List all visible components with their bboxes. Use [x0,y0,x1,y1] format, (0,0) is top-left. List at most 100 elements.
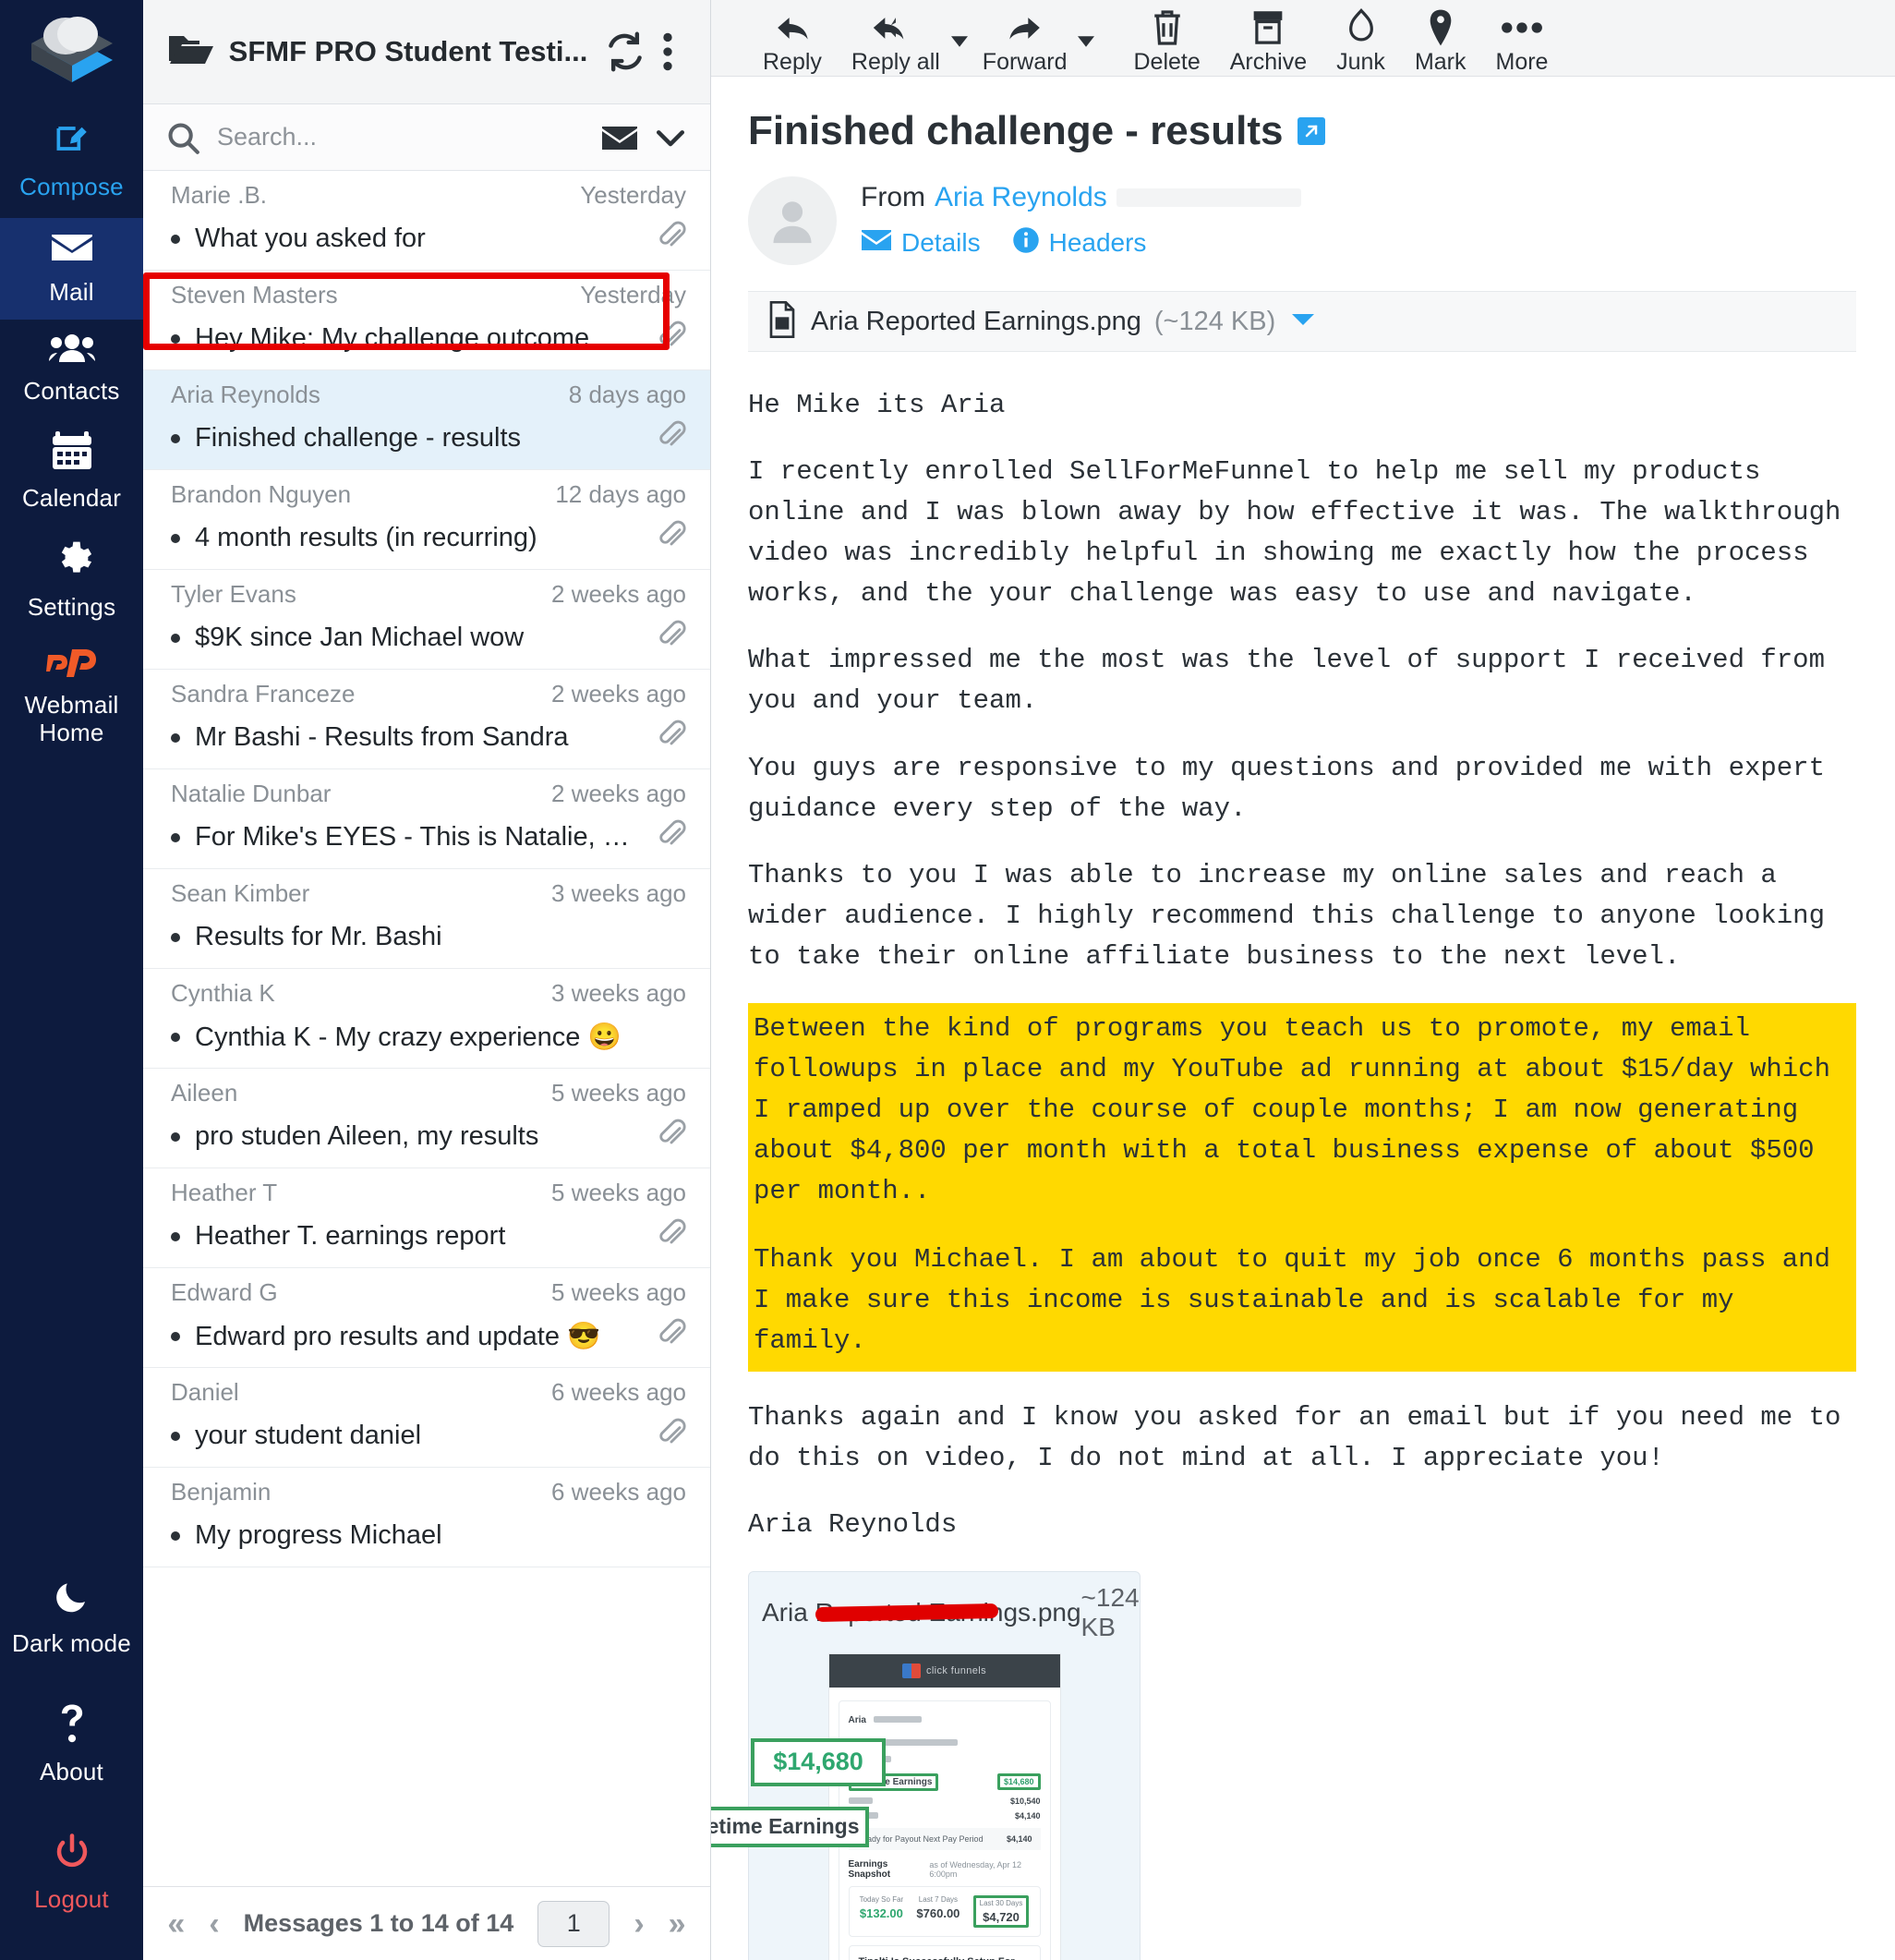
preview-row: $10,540 [848,1797,1041,1806]
chevron-right-icon[interactable]: › [634,1908,644,1940]
message-row-top: Heather T 5 weeks ago [171,1179,686,1207]
table-row[interactable]: Daniel 6 weeks ago your student daniel [143,1368,710,1468]
attachment-preview-card[interactable]: Aria Reported Earnings.png ~124 KB click… [711,1570,1141,1960]
preview-ready-value: $4,140 [1006,1833,1032,1844]
table-row[interactable]: Aileen 5 weeks ago pro studen Aileen, my r… [143,1069,710,1168]
message-subject: pro studen Aileen, my results [195,1121,539,1151]
open-in-new-icon[interactable] [1298,117,1326,145]
message-sender: Heather T [171,1179,278,1206]
preview-stat-label: Last 7 Days [918,1894,959,1904]
preview-account-name: Aria [848,1714,866,1725]
chevron-left-icon[interactable]: ‹ [209,1908,219,1940]
delete-button[interactable]: Delete [1118,0,1214,76]
sidebar-item-webmail-home[interactable]: Webmail Home [0,635,143,760]
pagination-label: Messages 1 to 14 of 14 [243,1909,514,1937]
reply-button[interactable]: Reply [748,0,837,76]
sidebar-item-about[interactable]: About [0,1679,143,1809]
page-number-input[interactable] [537,1900,610,1947]
table-row[interactable]: Natalie Dunbar 2 weeks ago For Mike's EYES… [143,769,710,869]
search-input[interactable] [217,123,585,151]
preview-row-value: $4,140 [1014,1810,1041,1821]
caret-down-icon[interactable] [1292,312,1315,332]
sidebar-item-label: Contacts [23,377,120,405]
sidebar-item-contacts[interactable]: Contacts [0,320,143,419]
table-row[interactable]: Aria Reynolds 8 days ago Finished challeng… [143,370,710,470]
message-list[interactable]: Marie .B. Yesterday What you asked for Stev… [143,171,710,1886]
sidebar-item-mail[interactable]: Mail [0,217,143,320]
table-row[interactable]: Heather T 5 weeks ago Heather T. earnings … [143,1168,710,1268]
message-sender: Marie .B. [171,181,268,209]
table-row[interactable]: Cynthia K 3 weeks ago Cynthia K - My crazy… [143,969,710,1069]
message-subject: Edward pro results and update 😎 [195,1321,601,1351]
message-paragraph: Thanks to you I was able to increase my … [748,859,1841,972]
cpanel-icon [45,647,98,684]
details-label: Details [901,228,981,257]
table-row[interactable]: Tyler Evans 2 weeks ago $9K since Jan Mich… [143,570,710,670]
preview-stat: Today So Far $132.00 [860,1895,904,1928]
message-sender: Brandon Nguyen [171,480,352,508]
refresh-icon[interactable] [601,31,649,72]
message-row-bottom: your student daniel [171,1417,686,1455]
sidebar-item-calendar[interactable]: Calendar [0,418,143,526]
forward-button[interactable]: Forward [968,0,1082,76]
reply-all-button[interactable]: Reply all [837,0,955,76]
toolbar-item-label: Junk [1336,49,1385,75]
message-subject: $9K since Jan Michael wow [195,623,525,652]
message-row-top: Natalie Dunbar 2 weeks ago [171,780,686,808]
reply-all-icon [873,7,919,48]
message-date: 6 weeks ago [551,1478,686,1506]
unread-indicator [171,633,180,643]
sidebar-item-compose[interactable]: Compose [0,103,143,218]
sidebar-item-logout[interactable]: Logout [0,1809,143,1936]
more-button[interactable]: More [1481,0,1563,76]
envelope-icon[interactable] [601,124,638,151]
table-row[interactable]: Marie .B. Yesterday What you asked for [143,171,710,271]
table-row[interactable]: Sean Kimber 3 weeks ago Results for Mr. Ba… [143,869,710,969]
sidebar-item-settings[interactable]: Settings [0,526,143,635]
toolbar-item-label: Delete [1133,49,1201,75]
details-link[interactable]: Details [861,228,981,259]
unread-indicator [171,234,180,244]
mark-button[interactable]: Mark [1400,0,1481,76]
table-row[interactable]: Brandon Nguyen 12 days ago 4 month results… [143,470,710,570]
message-date: 3 weeks ago [551,979,686,1007]
preview-stat-label: Today So Far [859,1894,904,1904]
message-sender: Sandra Franceze [171,680,356,708]
message-sender: Steven Masters [171,281,338,309]
folder-open-icon[interactable] [167,32,215,72]
unread-indicator [171,333,180,344]
sidebar-item-dark-mode[interactable]: Dark mode [0,1553,143,1680]
message-subject: your student daniel [195,1421,422,1450]
junk-button[interactable]: Junk [1322,0,1400,76]
preview-image-stage: click funnels Aria Lifetime Earnings $14… [711,1652,1127,1960]
message-paragraph: Thanks again and I know you asked for an… [748,1401,1857,1473]
table-row[interactable]: Benjamin 6 weeks ago My progress Michael [143,1468,710,1567]
archive-button[interactable]: Archive [1215,0,1322,76]
unread-indicator [171,932,180,942]
table-row[interactable]: Sandra Franceze 2 weeks ago Mr Bashi - Res… [143,670,710,769]
image-file-icon [766,300,798,343]
archive-icon [1250,7,1285,48]
toolbar-item-label: Archive [1229,49,1308,75]
preview-tipalti-note: Tipalti Is Successfully Setup For Payout… [848,1944,1041,1960]
message-row-bottom: Cynthia K - My crazy experience 😀 [171,1018,686,1056]
preview-row: $4,140 [848,1810,1041,1821]
attachment-bar[interactable]: Aria Reported Earnings.png (~124 KB) [748,291,1856,352]
message-body-area: Finished challenge - results From Aria R… [711,77,1895,1960]
sender-name-link[interactable]: Aria Reynolds [935,182,1107,213]
message-date: 12 days ago [555,480,686,508]
clickfunnels-logo-icon [901,1663,921,1678]
message-row-bottom: Edward pro results and update 😎 [171,1317,686,1355]
double-chevron-right-icon[interactable]: » [669,1908,686,1940]
preview-row-label [848,1797,873,1805]
people-icon [48,333,95,370]
highlighted-paragraph: Between the kind of programs you teach u… [754,1012,1847,1207]
chevron-down-icon[interactable] [655,127,686,149]
double-chevron-left-icon[interactable]: « [167,1908,185,1940]
headers-link[interactable]: Headers [1012,226,1146,260]
table-row[interactable]: Steven Masters Yesterday Hey Mike; My chal… [143,271,710,370]
table-row[interactable]: Edward G 5 weeks ago Edward pro results an… [143,1268,710,1368]
kebab-menu-icon[interactable] [649,31,686,72]
preview-stat-value: $132.00 [859,1906,903,1920]
